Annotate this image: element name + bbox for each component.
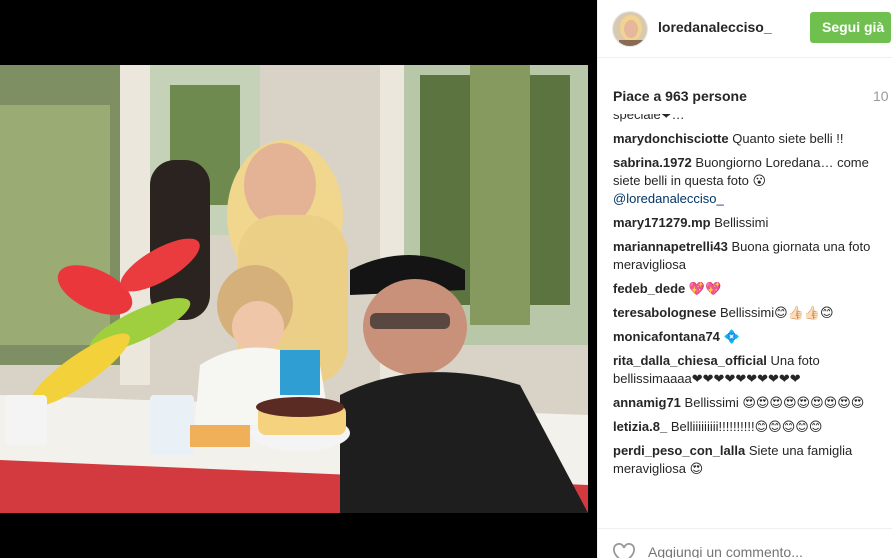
comment-username[interactable]: teresabolognese [613, 305, 716, 320]
comment-input[interactable] [648, 542, 878, 558]
comment: teresabolognese Bellissimi😊👍🏻👍🏻😊 [613, 304, 888, 322]
comment-text: 💠 [723, 329, 740, 344]
likes-count[interactable]: Piace a 963 persone [613, 88, 747, 104]
avatar-image [613, 12, 647, 46]
post-header: loredanalecciso_ Segui già [598, 0, 892, 58]
comment-username[interactable]: annamig71 [613, 395, 681, 410]
comments-list[interactable]: speciale❤… marydonchisciotte Quanto siet… [613, 114, 888, 524]
comment-username[interactable]: perdi_peso_con_lalla [613, 443, 745, 458]
likes-row: Piace a 963 persone 10 [613, 88, 892, 106]
comment: mary171279.mp Bellissimi [613, 214, 888, 232]
comment-text: Belliiiiiiiii!!!!!!!!!!😊😊😊😊😊 [670, 419, 823, 434]
comment: fedeb_dede 💖💖 [613, 280, 888, 298]
comment: speciale❤… [613, 114, 888, 124]
comment-text: speciale❤… [613, 114, 685, 122]
avatar[interactable] [612, 11, 648, 47]
comment-username[interactable]: mary171279.mp [613, 215, 711, 230]
comment-text: 💖💖 [688, 281, 722, 296]
comment-text: Quanto siete belli !! [732, 131, 844, 146]
comment-username[interactable]: mariannapetrelli43 [613, 239, 728, 254]
comment-text: Bellissimi 😍😍😍😍😍😍😍😍😍 [684, 395, 865, 410]
comment-username[interactable]: letizia.8_ [613, 419, 667, 434]
following-button[interactable]: Segui già [810, 12, 891, 43]
comment: mariannapetrelli43 Buona giornata una fo… [613, 238, 888, 274]
add-comment-row [598, 528, 892, 558]
post-photo[interactable] [0, 65, 588, 513]
comment-username[interactable]: fedeb_dede [613, 281, 685, 296]
comment-username[interactable]: rita_dalla_chiesa_official [613, 353, 767, 368]
comment: monicafontana74 💠 [613, 328, 888, 346]
post-timestamp[interactable]: 10 [873, 88, 889, 104]
comment-username[interactable]: sabrina.1972 [613, 155, 692, 170]
comment-username[interactable]: marydonchisciotte [613, 131, 729, 146]
comment-username[interactable]: monicafontana74 [613, 329, 720, 344]
media-pane [0, 0, 597, 558]
comment: marydonchisciotte Quanto siete belli !! [613, 130, 888, 148]
comment-text: Bellissimi😊👍🏻👍🏻😊 [719, 305, 834, 320]
comment: letizia.8_ Belliiiiiiiii!!!!!!!!!!😊😊😊😊😊 [613, 418, 888, 436]
comment-mention-link[interactable]: @loredanalecciso_ [613, 190, 888, 208]
family-birthday-photo [0, 65, 588, 513]
post-sidebar: loredanalecciso_ Segui già Piace a 963 p… [597, 0, 892, 558]
comment: rita_dalla_chiesa_official Una foto bell… [613, 352, 888, 388]
comment-text: Bellissimi [714, 215, 769, 230]
comment: perdi_peso_con_lalla Siete una famiglia … [613, 442, 888, 478]
comment: sabrina.1972 Buongiorno Loredana… come s… [613, 154, 888, 208]
heart-icon[interactable] [612, 543, 636, 558]
post-author-username[interactable]: loredanalecciso_ [658, 19, 772, 35]
comment: annamig71 Bellissimi 😍😍😍😍😍😍😍😍😍 [613, 394, 888, 412]
